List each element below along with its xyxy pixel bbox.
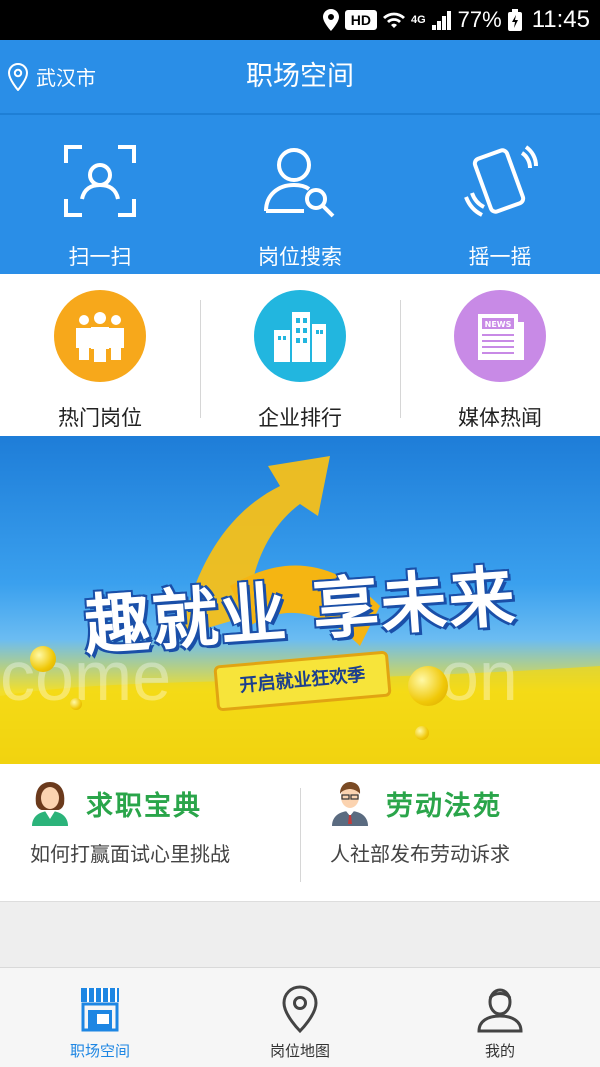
tab-mine[interactable]: 我的 [400, 968, 600, 1067]
job-search-button[interactable]: 岗位搜索 [200, 115, 400, 274]
man-avatar-icon [332, 782, 368, 826]
tab-mine-label: 我的 [484, 1042, 515, 1060]
company-ranking-label: 企业排行 [258, 406, 342, 430]
newspaper-icon: NEWS [478, 314, 524, 360]
people-group-icon [76, 312, 124, 362]
map-pin-icon [282, 985, 318, 1034]
woman-avatar-icon [32, 782, 68, 826]
shake-phone-icon [464, 145, 538, 217]
company-ranking-button[interactable]: 企业排行 [200, 274, 400, 436]
job-search-label: 岗位搜索 [258, 245, 342, 269]
banner-ball [408, 666, 448, 706]
battery-percent: 77% [457, 7, 502, 32]
network-type: 4G [410, 14, 426, 26]
page-title: 职场空间 [246, 61, 354, 92]
hd-badge: HD [344, 10, 377, 30]
location-status-icon [322, 9, 339, 31]
bottom-tab-bar: 职场空间 岗位地图 我的 [0, 967, 600, 1067]
category-row: 热门岗位 企业排行 NEWS 媒体热闻 [0, 274, 600, 436]
scan-label: 扫一扫 [68, 245, 132, 269]
tab-job-map[interactable]: 岗位地图 [200, 968, 400, 1067]
hot-jobs-label: 热门岗位 [58, 406, 142, 430]
clock: 11:45 [531, 6, 590, 33]
svg-text:NEWS: NEWS [485, 320, 512, 329]
media-news-icon-circle: NEWS [454, 290, 546, 382]
labor-law-card[interactable]: 劳动法苑 人社部发布劳动诉求 [300, 764, 600, 901]
signal-icon [431, 11, 451, 30]
job-search-icon [264, 148, 335, 218]
status-bar: HD 4G 77% 11:45 [0, 0, 600, 40]
media-news-label: 媒体热闻 [458, 406, 542, 430]
job-guide-title: 求职宝典 [86, 790, 202, 822]
wifi-icon [382, 12, 405, 28]
job-guide-card[interactable]: 求职宝典 如何打赢面试心里挑战 [0, 764, 300, 901]
hot-jobs-icon-circle [54, 290, 146, 382]
scan-icon [64, 145, 136, 217]
media-news-button[interactable]: NEWS 媒体热闻 [400, 274, 600, 436]
tab-workplace[interactable]: 职场空间 [0, 968, 200, 1067]
shake-button[interactable]: 摇一摇 [400, 115, 600, 274]
user-icon [477, 988, 523, 1033]
buildings-icon [274, 312, 326, 362]
labor-law-subtitle: 人社部发布劳动诉求 [330, 842, 510, 866]
storefront-icon [81, 988, 119, 1032]
quick-actions: 扫一扫 岗位搜索 摇一摇 [0, 113, 600, 274]
labor-law-title: 劳动法苑 [386, 790, 502, 822]
hot-jobs-button[interactable]: 热门岗位 [0, 274, 200, 436]
app-header: 武汉市 职场空间 [0, 40, 600, 113]
job-guide-subtitle: 如何打赢面试心里挑战 [30, 842, 230, 866]
tab-job-map-label: 岗位地图 [269, 1042, 330, 1060]
banner-ball [70, 698, 82, 710]
article-row: 求职宝典 如何打赢面试心里挑战 劳动法苑 人社部发布劳动诉求 [0, 764, 600, 902]
shake-label: 摇一摇 [468, 245, 532, 269]
company-ranking-icon-circle [254, 290, 346, 382]
battery-icon [507, 9, 522, 31]
tab-workplace-label: 职场空间 [69, 1042, 130, 1060]
banner-ball [415, 726, 429, 740]
banner-watermark-right: on [440, 637, 518, 715]
scan-button[interactable]: 扫一扫 [0, 115, 200, 274]
promo-banner[interactable]: come on 趣就业 享未来 开启就业狂欢季 [0, 436, 600, 764]
